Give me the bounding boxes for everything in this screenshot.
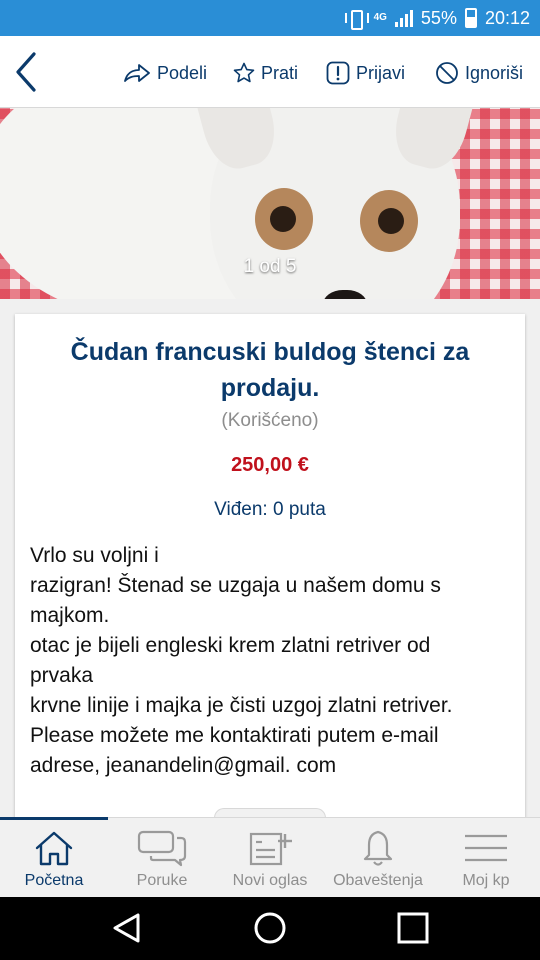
vibrate-icon xyxy=(344,8,369,30)
tab-new-ad-label: Novi oglas xyxy=(232,872,308,889)
nav-home-icon[interactable] xyxy=(253,911,287,945)
system-nav-bar xyxy=(0,897,540,960)
follow-button[interactable]: Prati xyxy=(233,60,298,86)
block-icon xyxy=(436,62,458,84)
nav-recents-icon[interactable] xyxy=(396,911,430,945)
photo-gallery[interactable]: 1 od 5 xyxy=(0,108,540,299)
description-line: Please možete me kontaktirati putem e-ma… xyxy=(30,724,439,747)
report-button[interactable]: Prijavi xyxy=(326,60,405,86)
description-line: razigran! Štenad se uzgaja u našem domu … xyxy=(30,574,441,597)
tab-home-label: Početna xyxy=(24,872,84,889)
description-line: prvaka xyxy=(30,664,94,687)
signal-icon xyxy=(394,9,413,27)
description-line: majkom. xyxy=(30,604,110,627)
tab-notifications-label: Obaveštenja xyxy=(333,872,423,889)
tab-notifications[interactable]: Obaveštenja xyxy=(324,818,432,898)
ignore-label: Ignoriši xyxy=(465,62,524,83)
listing-description: Vrlo su voljni i razigran! Štenad se uzg… xyxy=(30,541,515,781)
status-bar: 4G 55% 20:12 xyxy=(0,0,540,36)
network-type: 4G xyxy=(373,12,387,23)
bell-icon xyxy=(363,830,393,866)
listing-card: Čudan francuski buldog štenci za prodaju… xyxy=(15,314,525,834)
share-label: Podeli xyxy=(157,62,208,83)
tab-my-account-label: Moj kp xyxy=(462,872,510,889)
tab-home[interactable]: Početna xyxy=(0,817,108,898)
description-line: otac je bijeli engleski krem zlatni retr… xyxy=(30,634,431,657)
new-ad-icon xyxy=(249,832,292,866)
star-icon xyxy=(233,62,255,83)
follow-label: Prati xyxy=(261,62,299,83)
description-line: adrese, jeanandelin@gmail. com xyxy=(30,754,337,777)
description-line: Vrlo su voljni i xyxy=(30,544,159,567)
listing-price: 250,00 € xyxy=(231,454,309,476)
menu-icon xyxy=(465,834,507,862)
listing-title: Čudan francuski buldog štenci za prodaju… xyxy=(70,338,470,402)
description-line: krvne linije i majka je čisti uzgoj zlat… xyxy=(30,694,453,717)
top-app-bar: Podeli Prati Prijavi Ignoriši xyxy=(0,36,540,108)
report-icon xyxy=(326,61,350,85)
listing-views: Viđen: 0 puta xyxy=(214,499,326,520)
share-icon xyxy=(124,64,150,82)
tab-my-account[interactable]: Moj kp xyxy=(432,818,540,898)
tab-messages[interactable]: Poruke xyxy=(108,818,216,898)
home-icon xyxy=(35,831,73,866)
gallery-counter: 1 od 5 xyxy=(243,256,297,277)
back-button[interactable] xyxy=(8,46,48,98)
report-label: Prijavi xyxy=(356,62,406,83)
nav-back-icon[interactable] xyxy=(110,911,144,945)
tab-new-ad[interactable]: Novi oglas xyxy=(216,818,324,898)
tab-messages-label: Poruke xyxy=(136,872,188,889)
battery-icon xyxy=(464,8,477,28)
battery-percent: 55% xyxy=(420,7,457,28)
messages-icon xyxy=(137,830,187,867)
clock: 20:12 xyxy=(484,7,530,28)
listing-condition: (Korišćeno) xyxy=(221,410,319,431)
share-button[interactable]: Podeli xyxy=(123,60,207,86)
bottom-tab-bar: Početna Poruke Novi oglas Obaveštenja Mo… xyxy=(0,817,540,897)
ignore-button[interactable]: Ignoriši xyxy=(435,60,523,86)
chevron-left-icon xyxy=(16,52,36,92)
